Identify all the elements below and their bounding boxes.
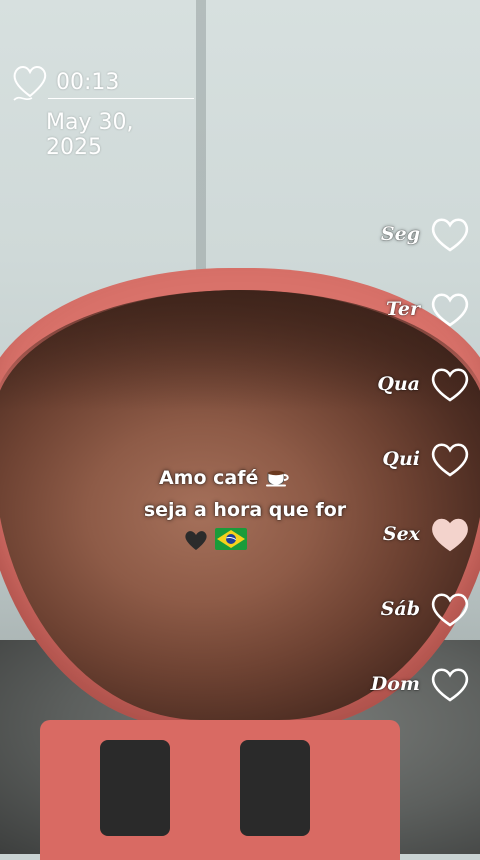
day-seg[interactable]: Seg xyxy=(342,196,472,271)
brazil-flag-icon xyxy=(215,528,247,550)
day-label: Qua xyxy=(377,372,420,395)
day-dom[interactable]: Dom xyxy=(342,646,472,721)
clock-divider xyxy=(48,98,194,99)
heart-outline-icon xyxy=(431,217,469,252)
clock-time: 00:13 xyxy=(56,70,120,95)
stand-opening xyxy=(100,740,170,836)
filter-stand xyxy=(40,720,400,860)
day-qua[interactable]: Qua xyxy=(342,346,472,421)
day-label: Dom xyxy=(370,672,420,695)
caption-line-1: Amo café xyxy=(60,462,390,494)
coffee-icon xyxy=(266,470,289,487)
weekday-tracker: Seg Ter Qua Qui Sex Sáb Dom xyxy=(342,196,472,721)
heart-outline-icon xyxy=(431,292,469,327)
day-label: Sáb xyxy=(380,597,420,620)
clock-date: May 30, 2025 xyxy=(46,110,134,160)
heart-outline-icon xyxy=(13,66,47,101)
caption-line-2: seja a hora que for xyxy=(143,499,347,521)
clock-widget: 00:13 May 30, 2025 xyxy=(10,58,194,160)
day-label: Seg xyxy=(380,222,420,245)
heart-filled-icon xyxy=(432,518,468,551)
heart-outline-icon xyxy=(431,367,469,402)
caption-emoji-row xyxy=(40,528,390,552)
day-ter[interactable]: Ter xyxy=(342,271,472,346)
day-sab[interactable]: Sáb xyxy=(342,571,472,646)
day-label: Ter xyxy=(385,297,420,320)
heart-outline-icon xyxy=(431,592,469,627)
heart-outline-icon xyxy=(431,667,469,702)
black-heart-icon xyxy=(185,531,207,550)
heart-outline-icon xyxy=(431,442,469,477)
caption-line-1-text: Amo café xyxy=(158,467,259,489)
stand-opening xyxy=(240,740,310,836)
caption-text: Amo café seja a hora que for xyxy=(100,462,390,552)
